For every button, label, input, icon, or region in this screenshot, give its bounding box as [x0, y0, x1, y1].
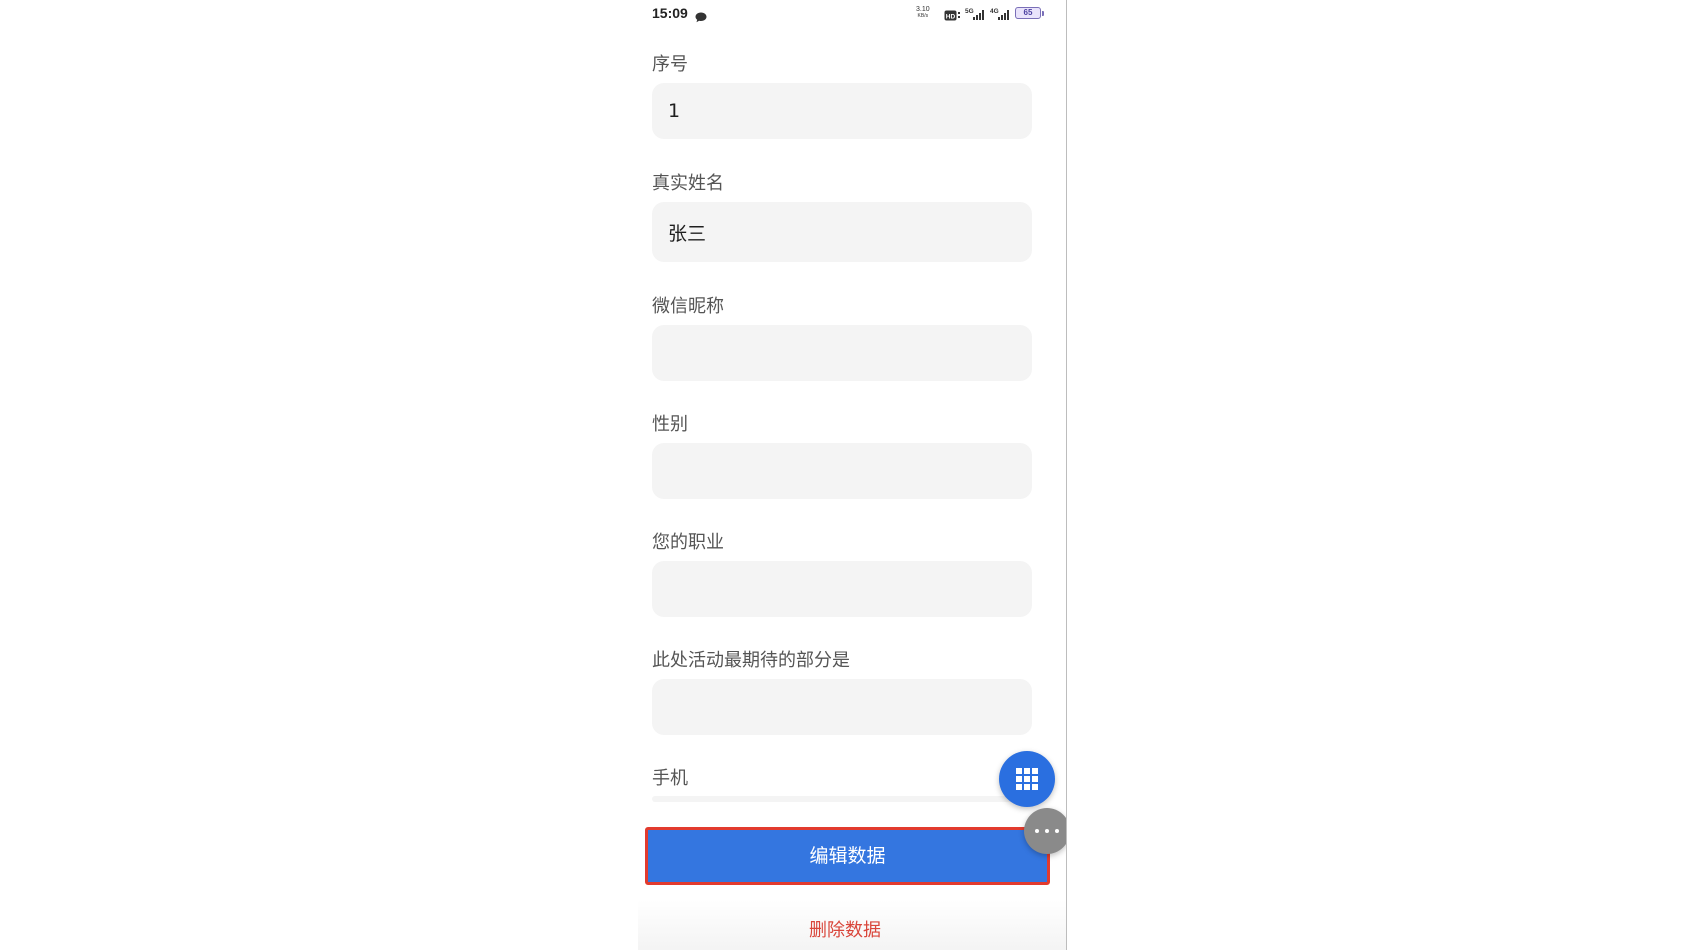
status-time: 15:09	[652, 5, 688, 21]
phone-screen: 15:09 3.10 KB/s HD 5G 4G 65 序号 1 真实姓名 张三…	[638, 0, 1067, 950]
net-speed-unit: KB/s	[917, 13, 929, 19]
field-label: 性别	[652, 414, 688, 435]
signal-4g-icon: 4G	[990, 6, 1012, 20]
more-dots-icon	[1035, 829, 1059, 833]
grid-icon	[1016, 768, 1038, 790]
hd-label: HD	[946, 14, 956, 21]
phone-input[interactable]	[652, 796, 1032, 802]
field-label: 此处活动最期待的部分是	[652, 650, 850, 671]
net-speed-value: 3.10	[916, 6, 930, 13]
field-label: 序号	[652, 54, 688, 75]
occupation-input[interactable]	[652, 561, 1032, 617]
hd-icon: HD	[944, 7, 962, 21]
field-label: 微信昵称	[652, 296, 724, 317]
screenshot-canvas: 15:09 3.10 KB/s HD 5G 4G 65 序号 1 真实姓名 张三…	[0, 0, 1692, 950]
signal-5g-icon: 5G	[965, 6, 987, 20]
serial-number-input[interactable]	[652, 83, 1032, 139]
network-5g-label: 5G	[965, 8, 974, 15]
battery-level: 65	[1023, 8, 1033, 17]
wechat-nickname-input[interactable]	[652, 325, 1032, 381]
more-options-button[interactable]	[1024, 808, 1066, 854]
status-bar: 15:09 3.10 KB/s HD 5G 4G 65	[638, 0, 1066, 28]
delete-data-link[interactable]: 删除数据	[638, 916, 1052, 942]
real-name-input[interactable]	[652, 202, 1032, 262]
gender-input[interactable]	[652, 443, 1032, 499]
field-label: 真实姓名	[652, 173, 724, 194]
edit-data-button[interactable]: 编辑数据	[648, 830, 1047, 882]
chat-bubble-icon	[695, 8, 707, 23]
field-label: 手机	[652, 768, 688, 789]
net-speed: 3.10 KB/s	[916, 6, 930, 19]
expected-part-input[interactable]	[652, 679, 1032, 735]
grid-menu-button[interactable]	[999, 751, 1055, 807]
network-4g-label: 4G	[990, 8, 999, 15]
battery-icon: 65	[1015, 7, 1045, 21]
battery-tip	[1042, 11, 1044, 16]
field-label: 您的职业	[652, 532, 724, 553]
